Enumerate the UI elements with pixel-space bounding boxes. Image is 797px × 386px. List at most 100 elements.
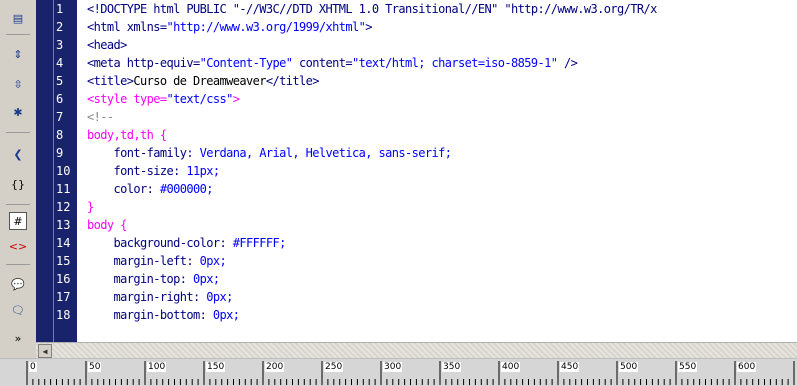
toolbar-separator <box>6 204 30 205</box>
code-token: "text/css" <box>166 92 234 106</box>
ruler-label: 300 <box>383 362 403 372</box>
ruler-label: 50 <box>88 362 102 372</box>
toolbar-separator <box>6 132 30 133</box>
code-token: > <box>232 92 240 106</box>
line-number: 3 <box>56 38 64 52</box>
code-token: margin-top: <box>87 272 193 286</box>
toolbar-separator <box>6 264 30 265</box>
line-number: 18 <box>56 308 71 322</box>
code-token: #FFFFFF; <box>232 236 287 250</box>
code-line[interactable]: <style type="text/css"> <box>87 90 797 108</box>
line-number: 11 <box>56 182 71 196</box>
code-token: } <box>87 200 94 214</box>
code-token: 0px; <box>206 290 233 304</box>
open-documents-icon[interactable]: ▤ <box>10 10 26 26</box>
code-token: > <box>365 20 372 34</box>
code-token: <head> <box>87 38 127 52</box>
highlight-invalid-code-icon[interactable]: <> <box>9 238 27 254</box>
code-line[interactable]: margin-left: 0px; <box>87 252 797 270</box>
code-line[interactable]: body,td,th { <box>87 126 797 144</box>
code-line[interactable]: } <box>87 198 797 216</box>
more-icon[interactable]: » <box>10 330 26 346</box>
code-editor[interactable]: ▤ ⇕ ⇳ ✱ ❮ {} # <> 💬 🗨 » 1 2 3 4 5 6 7 8 9 10 11 12 1… <box>0 0 797 358</box>
code-token: <title> <box>87 74 134 88</box>
code-line[interactable]: font-family: Verdana, Arial, Helvetica, … <box>87 144 797 162</box>
code-line[interactable]: <head> <box>87 36 797 54</box>
line-number: 12 <box>56 200 71 214</box>
line-number: 4 <box>56 56 64 70</box>
horizontal-scrollbar[interactable]: ◀ <box>36 342 797 358</box>
code-token: margin-bottom: <box>87 308 213 322</box>
code-line[interactable]: <!DOCTYPE html PUBLIC "-//W3C//DTD XHTML… <box>87 0 797 18</box>
code-line[interactable]: <html xmlns="http://www.w3.org/1999/xhtm… <box>87 18 797 36</box>
ruler-label: 200 <box>265 362 285 372</box>
code-token: "http://www.w3.org/1999/xhtml" <box>166 20 366 34</box>
line-number: 5 <box>56 74 64 88</box>
code-token: margin-right: <box>87 290 207 304</box>
line-number: 2 <box>56 20 64 34</box>
code-line[interactable]: color: #000000; <box>87 180 797 198</box>
code-token: 11px; <box>186 164 220 178</box>
code-token: content= <box>292 56 353 70</box>
line-number: 6 <box>56 92 64 106</box>
balance-braces-icon[interactable]: {} <box>10 176 26 192</box>
expand-all-icon[interactable]: ✱ <box>10 104 26 120</box>
ruler-label: 0 <box>29 362 37 372</box>
code-token: 0px; <box>193 272 220 286</box>
ruler-label: 250 <box>324 362 344 372</box>
ruler-label: 500 <box>619 362 639 372</box>
scroll-left-arrow-icon[interactable]: ◀ <box>38 344 52 358</box>
collapse-full-tag-icon[interactable]: ⇕ <box>10 46 26 62</box>
line-number: 16 <box>56 272 71 286</box>
code-token: Verdana, Arial, Helvetica, sans-serif; <box>199 146 452 160</box>
line-number: 17 <box>56 290 71 304</box>
code-token: font-size: <box>87 164 187 178</box>
code-line[interactable]: <!-- <box>87 108 797 126</box>
code-line[interactable]: background-color: #FFFFFF; <box>87 234 797 252</box>
code-line[interactable]: margin-bottom: 0px; <box>87 306 797 324</box>
ruler-label: 550 <box>678 362 698 372</box>
apply-comment-icon[interactable]: 💬 <box>10 276 26 292</box>
code-token: Curso de Dreamweaver <box>133 74 266 88</box>
code-token: margin-left: <box>87 254 200 268</box>
remove-comment-icon[interactable]: 🗨 <box>10 302 26 318</box>
code-token: "Content-Type" <box>199 56 293 70</box>
code-token: <html xmlns= <box>87 20 167 34</box>
ruler-label: 600 <box>737 362 757 372</box>
code-line[interactable]: body { <box>87 216 797 234</box>
code-line[interactable]: margin-top: 0px; <box>87 270 797 288</box>
code-token: <style type= <box>87 92 167 106</box>
code-line[interactable]: font-size: 11px; <box>87 162 797 180</box>
line-number: 8 <box>56 128 64 142</box>
code-line[interactable]: margin-right: 0px; <box>87 288 797 306</box>
line-number-gutter: 1 2 3 4 5 6 7 8 9 10 11 12 13 14 15 16 17 18 <box>36 0 77 342</box>
code-line[interactable]: <title>Curso de Dreamweaver</title> <box>87 72 797 90</box>
collapse-selection-icon[interactable]: ⇳ <box>10 76 26 92</box>
code-view[interactable]: <!DOCTYPE html PUBLIC "-//W3C//DTD XHTML… <box>87 0 797 342</box>
select-parent-tag-icon[interactable]: ❮ <box>10 146 26 162</box>
code-token: <!DOCTYPE html PUBLIC "-//W3C//DTD XHTML… <box>87 2 657 16</box>
line-number: 13 <box>56 218 71 232</box>
line-number: 15 <box>56 254 71 268</box>
line-number: 14 <box>56 236 71 250</box>
code-token: font-family: <box>87 146 200 160</box>
line-number: 9 <box>56 146 64 160</box>
design-view-ruler: 0 50 100 150 200 250 300 350 400 450 500 550 600 <box>0 358 797 386</box>
ruler-label: 350 <box>442 362 462 372</box>
ruler-label: 450 <box>560 362 580 372</box>
ruler-label: 400 <box>501 362 521 372</box>
line-number: 1 <box>56 2 64 16</box>
code-token: background-color: <box>87 236 233 250</box>
ruler-label: 150 <box>206 362 226 372</box>
code-token: "text/html; charset=iso-8859-1" <box>352 56 558 70</box>
code-token: #000000; <box>159 182 214 196</box>
code-token: color: <box>87 182 160 196</box>
ruler-label: 100 <box>147 362 167 372</box>
line-numbers-icon[interactable]: # <box>9 212 27 230</box>
line-number: 7 <box>56 110 64 124</box>
code-token: 0px; <box>199 254 227 268</box>
code-line[interactable]: <meta http-equiv="Content-Type" content=… <box>87 54 797 72</box>
code-token: body { <box>87 218 127 232</box>
code-token: <!-- <box>87 110 114 124</box>
code-token: </title> <box>265 74 320 88</box>
